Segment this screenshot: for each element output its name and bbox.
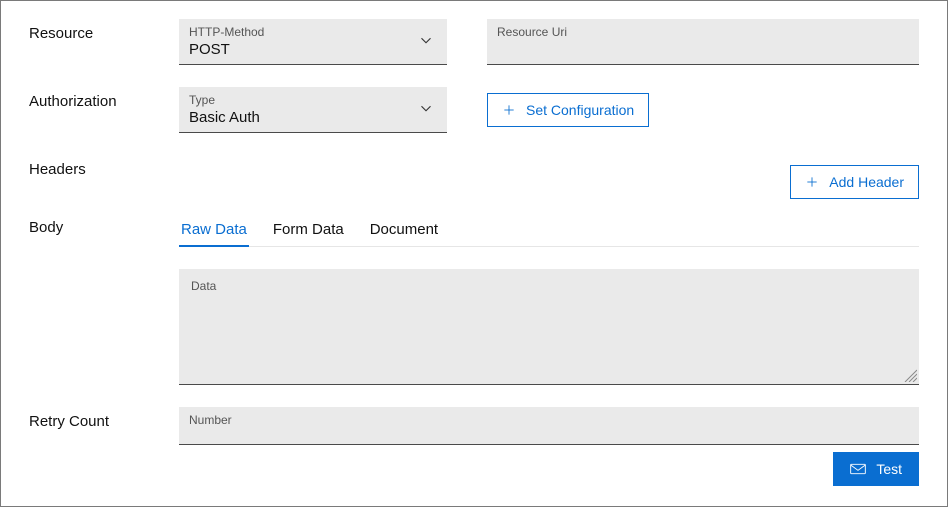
auth-type-floating-label: Type bbox=[189, 93, 437, 107]
body-data-floating-label: Data bbox=[191, 279, 907, 293]
add-header-button[interactable]: Add Header bbox=[790, 165, 919, 199]
resize-handle-icon bbox=[901, 366, 917, 382]
retry-label: Retry Count bbox=[29, 407, 179, 430]
http-method-value: POST bbox=[189, 41, 437, 58]
retry-number-floating-label: Number bbox=[189, 413, 909, 427]
headers-label: Headers bbox=[29, 155, 179, 178]
resource-uri-input[interactable]: Resource Uri bbox=[487, 19, 919, 65]
tab-document[interactable]: Document bbox=[368, 217, 440, 246]
plus-icon bbox=[502, 103, 516, 117]
auth-type-value: Basic Auth bbox=[189, 109, 437, 126]
plus-icon bbox=[805, 175, 819, 189]
authorization-row: Authorization Type Basic Auth Set Config… bbox=[29, 87, 919, 133]
resource-uri-floating-label: Resource Uri bbox=[497, 25, 909, 39]
resource-row: Resource HTTP-Method POST Resource Uri bbox=[29, 19, 919, 65]
retry-number-input[interactable]: Number bbox=[179, 407, 919, 445]
http-method-floating-label: HTTP-Method bbox=[189, 25, 437, 39]
set-configuration-button[interactable]: Set Configuration bbox=[487, 93, 649, 127]
mail-icon bbox=[850, 463, 866, 475]
test-button-label: Test bbox=[876, 461, 902, 477]
retry-row: Retry Count Number bbox=[29, 407, 919, 445]
http-request-panel: Resource HTTP-Method POST Resource Uri A… bbox=[0, 0, 948, 507]
body-row: Body Raw Data Form Data Document Data bbox=[29, 213, 919, 385]
headers-row: Headers Add Header bbox=[29, 155, 919, 199]
http-method-select[interactable]: HTTP-Method POST bbox=[179, 19, 447, 65]
authorization-label: Authorization bbox=[29, 87, 179, 110]
tab-raw-data[interactable]: Raw Data bbox=[179, 217, 249, 246]
auth-type-select[interactable]: Type Basic Auth bbox=[179, 87, 447, 133]
body-data-textarea[interactable]: Data bbox=[179, 269, 919, 385]
test-button[interactable]: Test bbox=[833, 452, 919, 486]
footer-actions: Test bbox=[833, 452, 919, 486]
tab-form-data[interactable]: Form Data bbox=[271, 217, 346, 246]
body-tabs: Raw Data Form Data Document bbox=[179, 217, 919, 247]
set-configuration-label: Set Configuration bbox=[526, 102, 634, 118]
body-label: Body bbox=[29, 213, 179, 236]
add-header-label: Add Header bbox=[829, 174, 904, 190]
resource-label: Resource bbox=[29, 19, 179, 42]
